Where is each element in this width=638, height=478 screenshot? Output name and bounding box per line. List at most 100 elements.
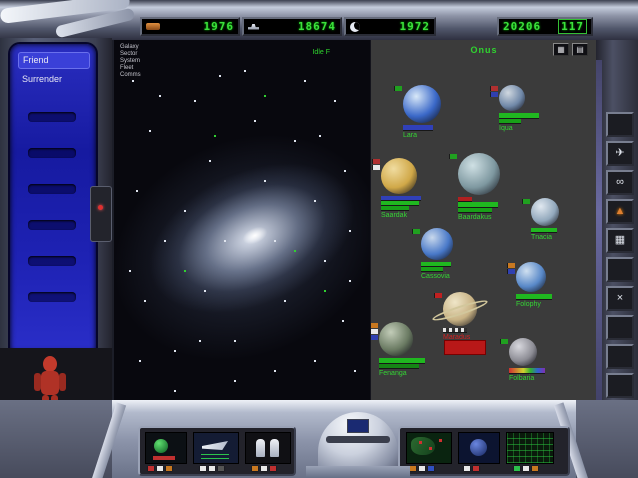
ship-silhouette xyxy=(202,441,228,450)
planet-iqua[interactable]: Iqua xyxy=(499,85,539,132)
star-dot xyxy=(284,300,286,302)
status-bar xyxy=(381,206,409,210)
planet-folbaria[interactable]: Folbaria xyxy=(509,338,545,382)
empty-slot[interactable] xyxy=(28,148,76,158)
population-bars xyxy=(458,197,500,212)
red-bar xyxy=(153,456,175,460)
planet-flags xyxy=(372,159,380,170)
planet-label: Tnacia xyxy=(531,234,559,241)
planet-sphere[interactable] xyxy=(531,198,559,226)
planet-sphere[interactable] xyxy=(499,85,525,111)
planet-sphere[interactable] xyxy=(421,228,453,260)
star-dot xyxy=(319,135,321,137)
green-star-dot[interactable] xyxy=(184,270,186,272)
planet-label: Saardak xyxy=(381,212,421,219)
star-dot xyxy=(264,180,266,182)
volcano-button[interactable]: ▲ xyxy=(606,199,634,224)
planet-label: Maradus xyxy=(443,334,477,341)
star-dot xyxy=(174,350,176,352)
population-bars xyxy=(403,125,441,130)
star-dot xyxy=(149,130,151,132)
dome-base xyxy=(306,466,410,478)
ship-button[interactable]: ✈ xyxy=(606,141,634,166)
planet-sphere[interactable] xyxy=(509,338,537,366)
planet-fenanga[interactable]: Fenanga xyxy=(379,322,425,377)
sidebar-item-surrender[interactable]: Surrender xyxy=(18,72,88,87)
empty-slot[interactable] xyxy=(28,292,76,302)
map-monitor[interactable] xyxy=(406,432,452,464)
planet-label: Folbaria xyxy=(509,375,545,382)
chart-monitor[interactable] xyxy=(506,432,554,464)
star-dot xyxy=(234,380,236,382)
star-dot xyxy=(349,230,351,232)
status-bar xyxy=(379,364,419,368)
blank-button-1[interactable] xyxy=(606,112,634,137)
planet-sphere[interactable] xyxy=(516,262,546,292)
star-dot xyxy=(132,80,134,82)
planet-sphere[interactable] xyxy=(381,158,417,194)
grid-view-button[interactable]: ▦ xyxy=(553,43,569,56)
left-monitor-bank xyxy=(138,426,296,476)
indicator-lights xyxy=(148,466,172,471)
empty-slot[interactable] xyxy=(28,184,76,194)
planet-cassovia[interactable]: Cassovia xyxy=(421,228,453,280)
star-dot xyxy=(139,360,141,362)
galaxy-map-panel[interactable]: GalaxySectorSystemFleetComms Idle F xyxy=(112,40,370,402)
ship-icon: ✈ xyxy=(615,147,624,159)
blank-button-5[interactable] xyxy=(606,373,634,398)
crew-monitor[interactable] xyxy=(245,432,291,464)
planet-maradus[interactable]: Maradus xyxy=(443,292,477,341)
ownership-flag-icon xyxy=(500,339,508,344)
blank-button-2[interactable] xyxy=(606,257,634,282)
indicator-lights xyxy=(464,466,479,471)
ownership-flag-icon xyxy=(507,269,515,274)
ship-monitor[interactable] xyxy=(193,432,239,464)
status-bar xyxy=(458,208,492,212)
green-star-dot[interactable] xyxy=(264,95,266,97)
crew-figure xyxy=(270,439,279,457)
population-bars xyxy=(379,358,425,368)
factory-button[interactable]: ▦ xyxy=(606,228,634,253)
close-button[interactable]: × xyxy=(606,286,634,311)
radar-monitor[interactable] xyxy=(458,432,500,464)
green-line xyxy=(201,458,229,459)
ownership-flag-icon xyxy=(370,323,378,328)
planet-monitor[interactable] xyxy=(145,432,187,464)
status-bar xyxy=(531,228,557,232)
star-dot xyxy=(274,370,276,372)
overlay-line: Fleet xyxy=(114,65,204,72)
station-icon xyxy=(248,24,259,30)
planet-folophy[interactable]: Folophy xyxy=(516,262,552,308)
red-dot xyxy=(429,447,432,450)
empty-slot[interactable] xyxy=(28,112,76,122)
planet-sphere[interactable] xyxy=(403,85,441,123)
planet-flags xyxy=(522,199,530,204)
status-bar xyxy=(499,113,539,118)
planet-flags xyxy=(500,339,508,344)
planet-saardak[interactable]: Saardak xyxy=(381,158,421,219)
planet-flags xyxy=(490,86,498,97)
green-star-dot[interactable] xyxy=(294,250,296,252)
star-dot xyxy=(136,190,138,192)
green-star-dot[interactable] xyxy=(214,135,216,137)
planet-baardakus[interactable]: Baardakus xyxy=(458,153,500,221)
planet-lara[interactable]: Lara xyxy=(403,85,441,139)
planet-flags xyxy=(434,293,442,298)
population-bars xyxy=(421,262,453,271)
planet-tnacia[interactable]: Tnacia xyxy=(531,198,559,241)
planet-sphere[interactable] xyxy=(379,322,413,356)
star-dot xyxy=(274,240,276,242)
sector-panel[interactable]: Onus ▦ ▤ LaraIquaSaardakBaardakusTnaciaC… xyxy=(370,40,596,402)
blank-button-4[interactable] xyxy=(606,344,634,369)
scanner-button[interactable]: ∞ xyxy=(606,170,634,195)
empty-slot[interactable] xyxy=(28,256,76,266)
green-star-dot[interactable] xyxy=(324,290,326,292)
sidebar-item-friend[interactable]: Friend xyxy=(18,52,90,69)
status-bar xyxy=(381,201,419,205)
planet-sphere[interactable] xyxy=(458,153,500,195)
blank-button-3[interactable] xyxy=(606,315,634,340)
empty-slot[interactable] xyxy=(28,220,76,230)
overlay-line: System xyxy=(114,58,204,65)
green-line xyxy=(201,454,229,455)
list-view-button[interactable]: ▤ xyxy=(572,43,588,56)
